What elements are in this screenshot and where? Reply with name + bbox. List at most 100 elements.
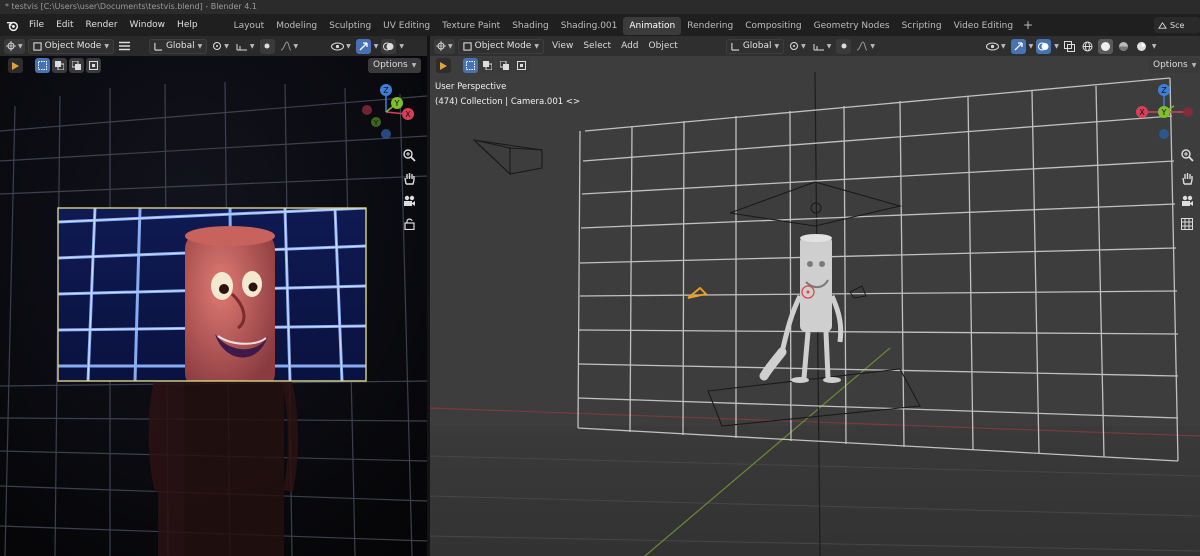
chevron-down-icon: ▼ [448,42,453,50]
pivot-icon[interactable]: ▼ [210,39,231,54]
chevron-down-icon[interactable]: ▼ [374,43,379,50]
left-orientation-dropdown[interactable]: Global ▼ [148,38,208,54]
right-orientation-dropdown[interactable]: Global ▼ [725,38,785,54]
perspective-viewport[interactable]: ▼ Object Mode ▼ View Select Add Object G… [430,36,1200,556]
right-mode-dropdown[interactable]: Object Mode ▼ [457,38,544,54]
chevron-down-icon: ▼ [224,42,229,50]
tab-layout[interactable]: Layout [228,17,271,35]
play-icon[interactable] [436,58,451,73]
svg-text:X: X [405,110,411,119]
chevron-down-icon: ▼ [411,62,417,69]
chevron-down-icon[interactable]: ▼ [1029,43,1034,50]
snap-icon[interactable]: ▼ [811,39,834,54]
left-viewport-header: ▼ Object Mode ▼ Global ▼ ▼ ▼ ▼ ▼ ▼ ▼ [0,36,427,56]
menu-help[interactable]: Help [171,14,204,36]
chevron-down-icon[interactable]: ▼ [1152,43,1157,50]
svg-text:Y: Y [394,99,400,108]
left-options-label: Options [373,60,408,70]
right-orientation-label: Global [742,41,772,51]
camera-icon[interactable] [1178,192,1196,210]
play-icon[interactable] [8,58,23,73]
chevron-down-icon: ▼ [293,42,299,50]
tab-scripting[interactable]: Scripting [896,17,948,35]
left-axis-gizmo[interactable]: Z X Y Y [358,82,420,144]
camera-viewport[interactable]: ▼ Object Mode ▼ Global ▼ ▼ ▼ ▼ ▼ ▼ ▼ Opt… [0,36,427,556]
overlay-icon[interactable] [1036,38,1052,54]
object-mode-icon [462,41,472,51]
select-box-icon[interactable] [35,58,50,73]
select-intersect-icon[interactable] [514,58,529,73]
menu-file[interactable]: File [23,14,50,36]
pivot-icon[interactable]: ▼ [787,39,808,54]
select-extend-icon[interactable] [52,58,67,73]
right-axis-gizmo[interactable]: Z X Y [1134,82,1200,144]
falloff-icon[interactable]: ▼ [854,39,877,54]
select-subtract-icon[interactable] [497,58,512,73]
tab-uv-editing[interactable]: UV Editing [377,17,436,35]
menu-add[interactable]: Add [616,41,643,51]
proportional-edit-icon[interactable] [836,38,852,54]
select-subtract-icon[interactable] [69,58,84,73]
menu-icon[interactable] [117,39,132,54]
chevron-down-icon: ▼ [18,42,23,50]
tab-sculpting[interactable]: Sculpting [323,17,377,35]
blender-logo-icon[interactable] [3,16,21,34]
tab-animation[interactable]: Animation [623,17,682,35]
shading-wireframe-icon[interactable] [1080,39,1095,54]
falloff-icon[interactable]: ▼ [278,39,301,54]
chevron-down-icon[interactable]: ▼ [1054,43,1059,50]
hand-icon[interactable] [1178,169,1196,187]
left-mode-dropdown[interactable]: Object Mode ▼ [27,38,114,54]
shading-rendered-icon[interactable] [1134,39,1149,54]
tab-video-editing[interactable]: Video Editing [948,17,1019,35]
select-intersect-icon[interactable] [86,58,101,73]
zoom-icon[interactable] [400,146,418,164]
xray-icon[interactable] [1062,39,1077,54]
editor-type-icon[interactable]: ▼ [434,38,455,54]
gizmo-icon[interactable] [1010,38,1026,54]
right-viewport-header: ▼ Object Mode ▼ View Select Add Object G… [430,36,1200,56]
tab-shading-001[interactable]: Shading.001 [555,17,624,35]
lock-icon[interactable] [400,215,418,233]
proportional-edit-icon[interactable] [259,38,275,54]
visibility-icon[interactable]: ▼ [329,39,353,54]
menu-object[interactable]: Object [644,41,683,51]
cursor-icon[interactable]: ▼ [4,38,25,54]
collection-info: (474) Collection | Camera.001 <> [435,97,581,107]
grid-icon[interactable] [1178,215,1196,233]
menu-edit[interactable]: Edit [50,14,79,36]
snap-icon[interactable]: ▼ [234,39,257,54]
chevron-down-icon: ▼ [870,42,876,50]
shading-material-icon[interactable] [1116,39,1131,54]
tab-rendering[interactable]: Rendering [681,17,739,35]
tab-shading[interactable]: Shading [506,17,555,35]
chevron-down-icon: ▼ [801,42,806,50]
chevron-down-icon: ▼ [534,42,539,50]
tab-compositing[interactable]: Compositing [739,17,807,35]
tab-geometry-nodes[interactable]: Geometry Nodes [808,17,896,35]
visibility-icon[interactable]: ▼ [984,39,1008,54]
left-options-button[interactable]: Options ▼ [368,58,422,73]
shading-solid-icon[interactable] [1097,38,1113,54]
menu-select[interactable]: Select [578,41,616,51]
tab-texture-paint[interactable]: Texture Paint [436,17,506,35]
select-box-icon[interactable] [463,58,478,73]
svg-text:X: X [1139,108,1145,117]
chevron-down-icon: ▼ [249,42,255,50]
menu-render[interactable]: Render [80,14,124,36]
select-extend-icon[interactable] [480,58,495,73]
camera-icon[interactable] [400,192,418,210]
overlay-icon[interactable] [381,38,397,54]
hand-icon[interactable] [400,169,418,187]
svg-text:Y: Y [373,119,379,127]
add-workspace-icon[interactable]: + [1023,18,1033,32]
gizmo-icon[interactable] [355,38,371,54]
chevron-down-icon: ▼ [826,42,832,50]
zoom-icon[interactable] [1178,146,1196,164]
right-options-button[interactable]: Options ▼ [1148,58,1200,73]
chevron-down-icon[interactable]: ▼ [399,43,404,50]
menu-view[interactable]: View [547,41,578,51]
tab-modeling[interactable]: Modeling [270,17,323,35]
menu-window[interactable]: Window [124,14,172,36]
scene-selector[interactable]: Sce [1154,17,1200,33]
